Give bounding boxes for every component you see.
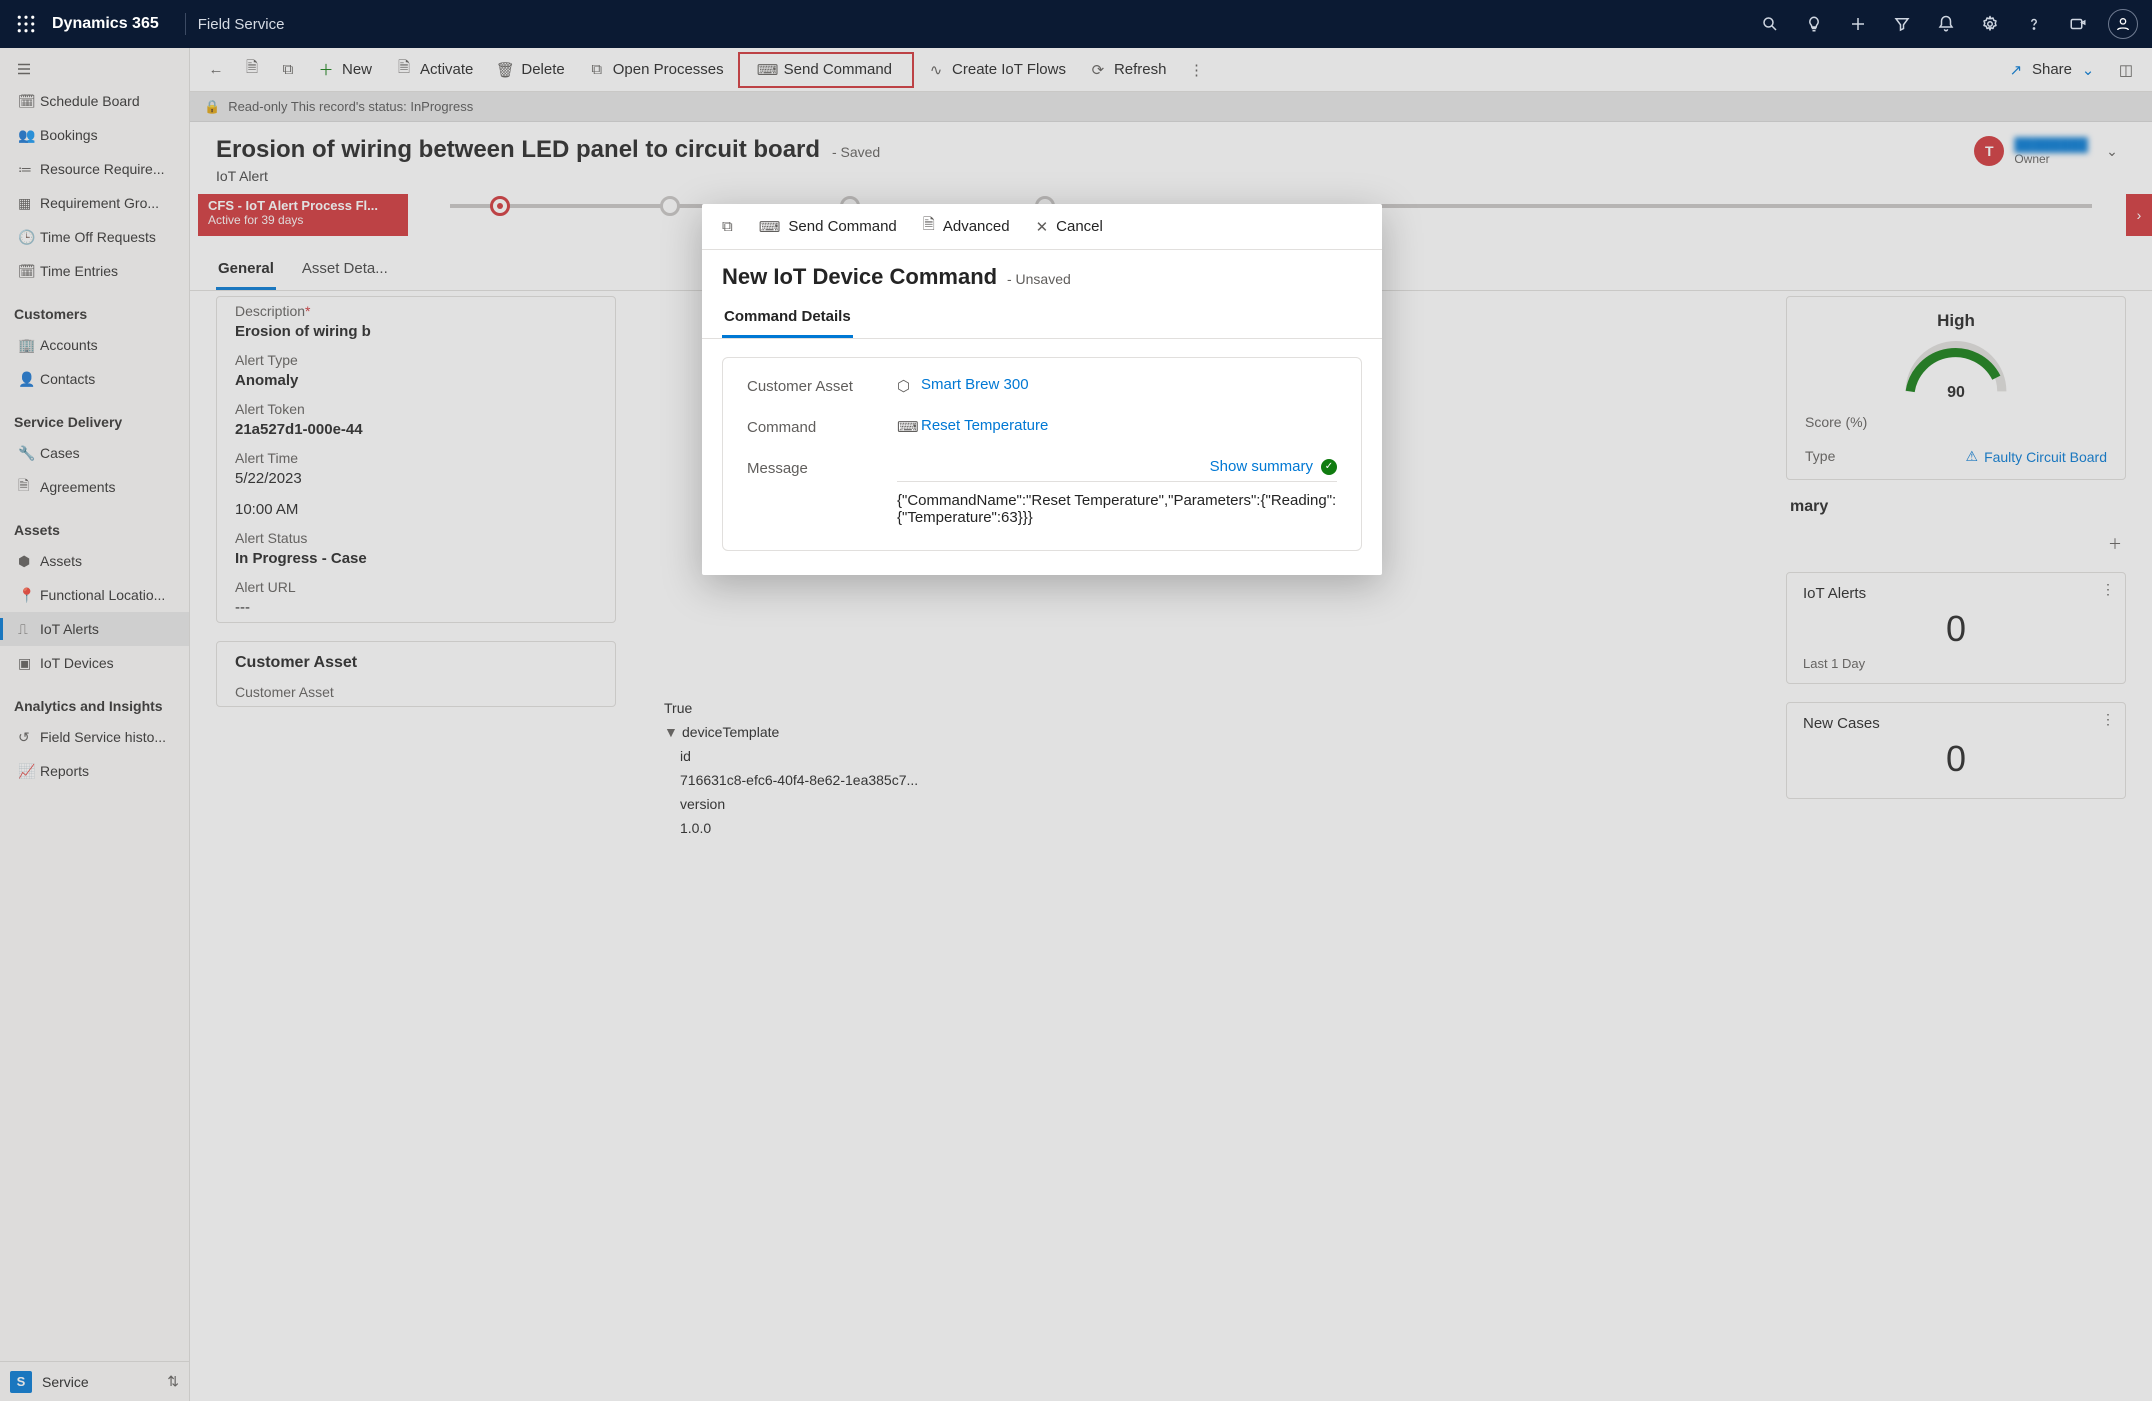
modal-send-command-button[interactable]: ⌨Send Command [749, 211, 907, 243]
btn-label: Advanced [943, 218, 1010, 235]
modal-command-link[interactable]: ⌨ Reset Temperature [897, 417, 1337, 434]
app-launcher-button[interactable] [6, 4, 46, 44]
modal-tab-command-details[interactable]: Command Details [722, 302, 853, 338]
modal-advanced-button[interactable]: 🗎Advanced [913, 211, 1020, 243]
plus-icon[interactable] [1836, 2, 1880, 46]
modal-unsaved: - Unsaved [1007, 271, 1071, 287]
modal-command-bar: ⧉ ⌨Send Command 🗎Advanced ✕Cancel [702, 204, 1382, 250]
btn-label: Send Command [788, 218, 896, 235]
check-icon: ✓ [1321, 459, 1337, 475]
modal-cancel-button[interactable]: ✕Cancel [1026, 211, 1113, 243]
lightbulb-icon[interactable] [1792, 2, 1836, 46]
modal-title: New IoT Device Command [722, 264, 997, 289]
show-summary-link[interactable]: Show summary [1210, 458, 1313, 475]
modal-customer-asset-label: Customer Asset [747, 376, 897, 395]
quick-create-dialog: ⧉ ⌨Send Command 🗎Advanced ✕Cancel New Io… [702, 204, 1382, 575]
brand-label[interactable]: Dynamics 365 [52, 15, 159, 33]
modal-popout-button[interactable]: ⧉ [712, 211, 743, 243]
help-icon[interactable] [2012, 2, 2056, 46]
cube-icon: ⬡ [897, 377, 913, 393]
modal-command-label: Command [747, 417, 897, 436]
modal-panel: Customer Asset ⬡ Smart Brew 300 Command … [722, 357, 1362, 551]
bell-icon[interactable] [1924, 2, 1968, 46]
modal-customer-asset-link[interactable]: ⬡ Smart Brew 300 [897, 376, 1337, 393]
btn-label: Cancel [1056, 218, 1103, 235]
global-nav: Dynamics 365 Field Service [0, 0, 2152, 48]
message-body[interactable]: {"CommandName":"Reset Temperature","Para… [897, 482, 1337, 526]
teams-icon[interactable] [2056, 2, 2100, 46]
gear-icon[interactable] [1968, 2, 2012, 46]
user-avatar[interactable] [2108, 9, 2138, 39]
app-name[interactable]: Field Service [198, 16, 285, 33]
modal-message-label: Message [747, 458, 897, 477]
search-icon[interactable] [1748, 2, 1792, 46]
nav-divider [185, 13, 186, 35]
filter-icon[interactable] [1880, 2, 1924, 46]
modal-tabs: Command Details [702, 290, 1382, 339]
command-icon: ⌨ [897, 418, 913, 434]
